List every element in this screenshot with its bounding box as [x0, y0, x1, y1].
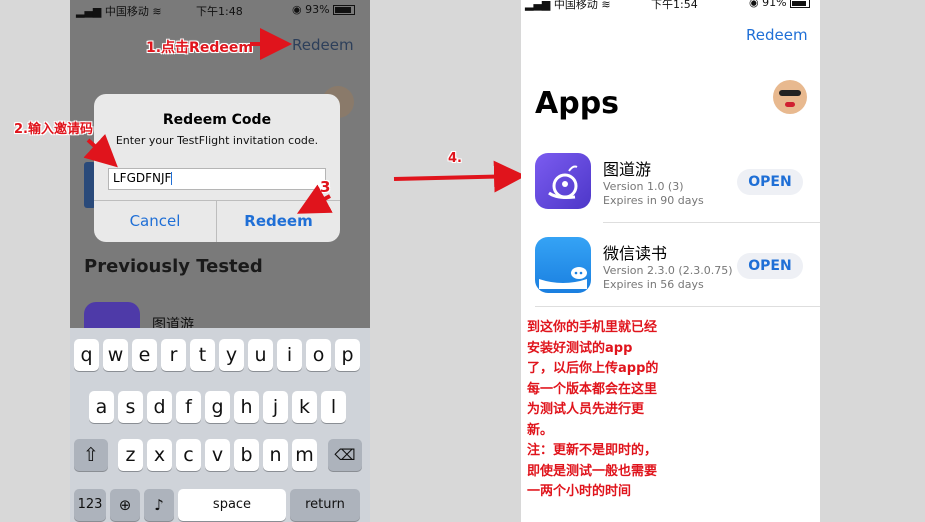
app-version: Version 2.3.0 (2.3.0.75): [603, 264, 733, 277]
note-line: 一两个小时的时间: [527, 484, 632, 499]
arrow-step2: [83, 133, 118, 168]
app-name: 微信读书: [603, 244, 668, 263]
battery-icon: [790, 0, 811, 8]
note-line: 即使是测试一般也需要: [527, 463, 658, 479]
note-line: 为测试人员先进行更: [527, 402, 645, 417]
mouth-icon: [785, 102, 795, 107]
redeem-link[interactable]: Redeem: [746, 26, 808, 44]
right-status-battery: ◉ 91%: [749, 0, 811, 9]
page-title: Apps: [535, 86, 620, 121]
divider: [535, 306, 820, 307]
signal-icon: ▂▄▆: [525, 0, 551, 11]
app-expiry: Expires in 90 days: [603, 194, 704, 207]
divider: [603, 222, 820, 223]
right-status-carrier: ▂▄▆ 中国移动 ≋: [525, 0, 611, 11]
note-line: 了，以后你上传app的: [527, 361, 659, 376]
open-button[interactable]: OPEN: [737, 253, 803, 279]
open-button[interactable]: OPEN: [737, 169, 803, 195]
arrow-step4: [393, 160, 526, 193]
note-line: 新。: [527, 422, 554, 438]
app-icon-weixin-dushu[interactable]: [535, 237, 591, 293]
glasses-icon: [779, 90, 801, 96]
app-name: 图道游: [603, 160, 652, 179]
note-line: 到这你的手机里就已经: [527, 320, 658, 335]
note-line: 每一个版本都会在这里: [527, 381, 658, 397]
book-chat-icon: [539, 267, 587, 289]
arrow-step3: [296, 184, 333, 214]
snail-location-icon: [548, 165, 578, 199]
app-expiry: Expires in 56 days: [603, 278, 704, 291]
right-phone-screen: ▂▄▆ 中国移动 ≋ 下午1:54 ◉ 91% Redeem Apps 图道游 …: [521, 0, 820, 522]
annotation-notes: 到这你的手机里就已经 安装好测试的app 了，以后你上传app的 每一个版本都会…: [527, 318, 727, 503]
right-status-time: 下午1:54: [651, 0, 698, 11]
app-version: Version 1.0 (3): [603, 180, 684, 193]
wifi-icon: ≋: [601, 0, 611, 11]
avatar[interactable]: [773, 80, 807, 114]
rotation-lock-icon: ◉: [749, 0, 759, 9]
note-line: 安装好测试的app: [527, 340, 633, 356]
app-icon-tudaoyou[interactable]: [535, 153, 591, 209]
note-line: 注：更新不是即时的，: [527, 443, 658, 458]
